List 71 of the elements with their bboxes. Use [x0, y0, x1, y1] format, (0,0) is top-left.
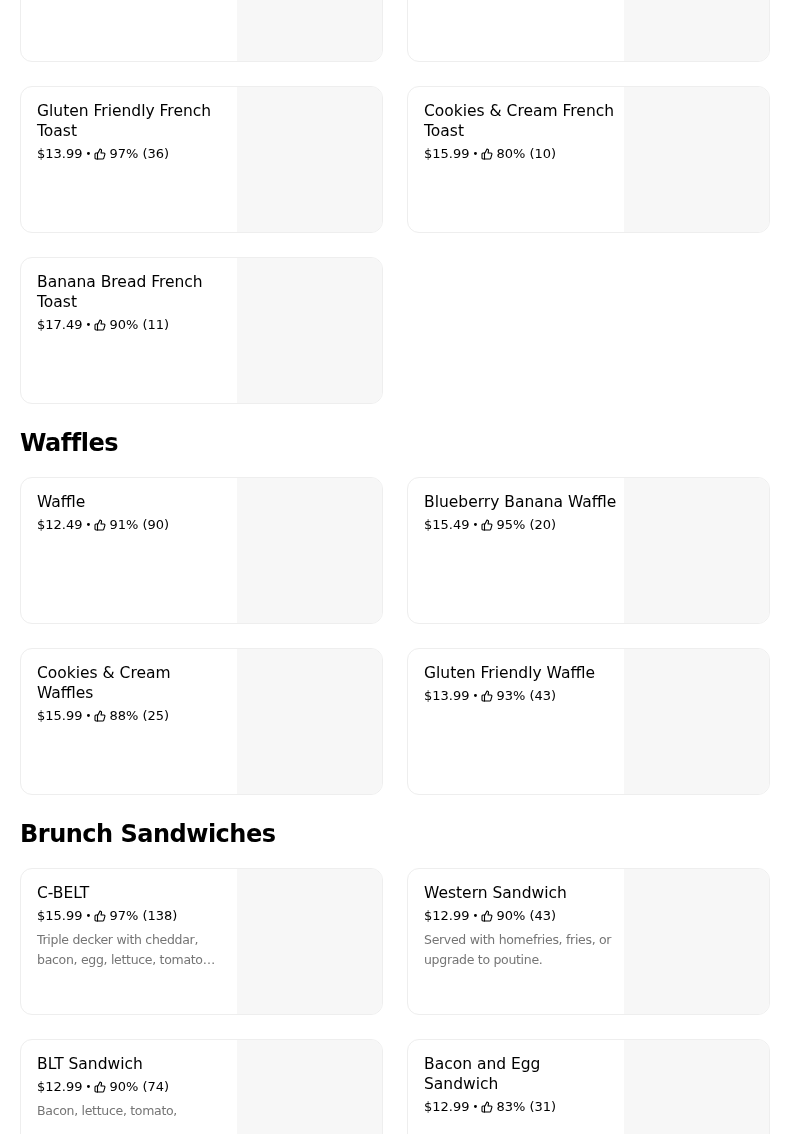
item-price: $12.49: [37, 516, 83, 534]
item-rating: 90% (11): [109, 316, 170, 334]
item-price: $15.99: [37, 907, 83, 925]
item-rating: 90% (43): [496, 907, 557, 925]
item-description: Triple decker with cheddar, bacon, egg, lettuce, tomato…: [37, 931, 216, 969]
item-rating: 90% (74): [109, 1078, 170, 1096]
thumbs-up-icon: [94, 1081, 107, 1093]
menu-item-card[interactable]: Cookies & Cream Waffles $15.99 • 88% (25): [20, 648, 383, 795]
thumbs-up-icon: [94, 519, 107, 531]
separator-dot: •: [85, 147, 92, 161]
item-price: $12.99: [424, 1098, 470, 1116]
item-price: $13.99: [424, 687, 470, 705]
item-price: $15.49: [424, 516, 470, 534]
menu-item-card[interactable]: Banana Bread French Toast $17.49 • 90% (11): [20, 257, 383, 404]
item-name: C-BELT: [37, 883, 91, 903]
item-price: $15.99: [37, 707, 83, 725]
thumbs-up-icon: [94, 319, 107, 331]
thumbs-up-icon: [481, 519, 494, 531]
item-rating: 88% (25): [109, 707, 170, 725]
item-rating: 97% (138): [109, 907, 178, 925]
item-description: Bacon, lettuce, tomato,: [37, 1102, 179, 1120]
item-price: $12.99: [424, 907, 470, 925]
item-price: $13.99: [37, 145, 83, 163]
item-rating: 95% (20): [496, 516, 557, 534]
menu-item-card[interactable]: Gluten Friendly French Toast $13.99 • 97% (36): [20, 86, 383, 233]
separator-dot: •: [472, 909, 479, 923]
menu-item-card[interactable]: C-BELT $15.99 • 97% (138) Triple decker with cheddar, bacon, egg, lettuce, tomato…: [20, 868, 383, 1015]
separator-dot: •: [85, 518, 92, 532]
item-price: $12.99: [37, 1078, 83, 1096]
item-name: Cookies & Cream Waffles: [37, 663, 172, 703]
item-name: Banana Bread French Toast: [37, 272, 204, 312]
section-heading: Brunch Sandwiches: [20, 819, 277, 850]
menu-item-card[interactable]: Western Sandwich $12.99 • 90% (43) Served with homefries, fries, or upgrade to poutine.: [407, 868, 770, 1015]
section-heading: Waffles: [20, 428, 119, 459]
item-description: Served with homefries, fries, or upgrade to poutine.: [424, 931, 613, 969]
thumbs-up-icon: [481, 148, 494, 160]
thumbs-up-icon: [481, 1101, 494, 1113]
thumbs-up-icon: [94, 910, 107, 922]
separator-dot: •: [472, 689, 479, 703]
item-name: Gluten Friendly Waffle: [424, 663, 596, 683]
menu-item-card[interactable]: Blueberry Banana Waffle $15.49 • 95% (20): [407, 477, 770, 624]
separator-dot: •: [85, 1080, 92, 1094]
separator-dot: •: [85, 318, 92, 332]
thumbs-up-icon: [94, 710, 107, 722]
item-rating: 83% (31): [496, 1098, 557, 1116]
item-rating: 80% (10): [496, 145, 557, 163]
item-rating: 97% (36): [109, 145, 170, 163]
thumbs-up-icon: [94, 148, 107, 160]
item-price: $15.99: [424, 145, 470, 163]
item-price: $17.49: [37, 316, 83, 334]
item-name: Western Sandwich: [424, 883, 568, 903]
separator-dot: •: [472, 518, 479, 532]
item-name: Bacon and Egg Sandwich: [424, 1054, 542, 1094]
item-name: Blueberry Banana Waffle: [424, 492, 618, 512]
menu-item-card[interactable]: BLT Sandwich $12.99 • 90% (74) Bacon, lettuce, tomato,: [20, 1039, 383, 1134]
separator-dot: •: [85, 909, 92, 923]
separator-dot: •: [472, 147, 479, 161]
menu-item-card[interactable]: Gluten Friendly Waffle $13.99 • 93% (43): [407, 648, 770, 795]
item-name: BLT Sandwich: [37, 1054, 144, 1074]
item-name: Waffle: [37, 492, 87, 512]
thumbs-up-icon: [481, 910, 494, 922]
thumbs-up-icon: [481, 690, 494, 702]
menu-item-card[interactable]: Cookies & Cream French Toast $15.99 • 80% (10): [407, 86, 770, 233]
item-name: Gluten Friendly French Toast: [37, 101, 213, 141]
item-rating: 93% (43): [496, 687, 557, 705]
menu-item-card[interactable]: Waffle $12.49 • 91% (90): [20, 477, 383, 624]
item-rating: 91% (90): [109, 516, 170, 534]
item-name: Cookies & Cream French Toast: [424, 101, 616, 141]
separator-dot: •: [472, 1100, 479, 1114]
menu-item-card[interactable]: Bacon and Egg Sandwich $12.99 • 83% (31): [407, 1039, 770, 1134]
separator-dot: •: [85, 709, 92, 723]
